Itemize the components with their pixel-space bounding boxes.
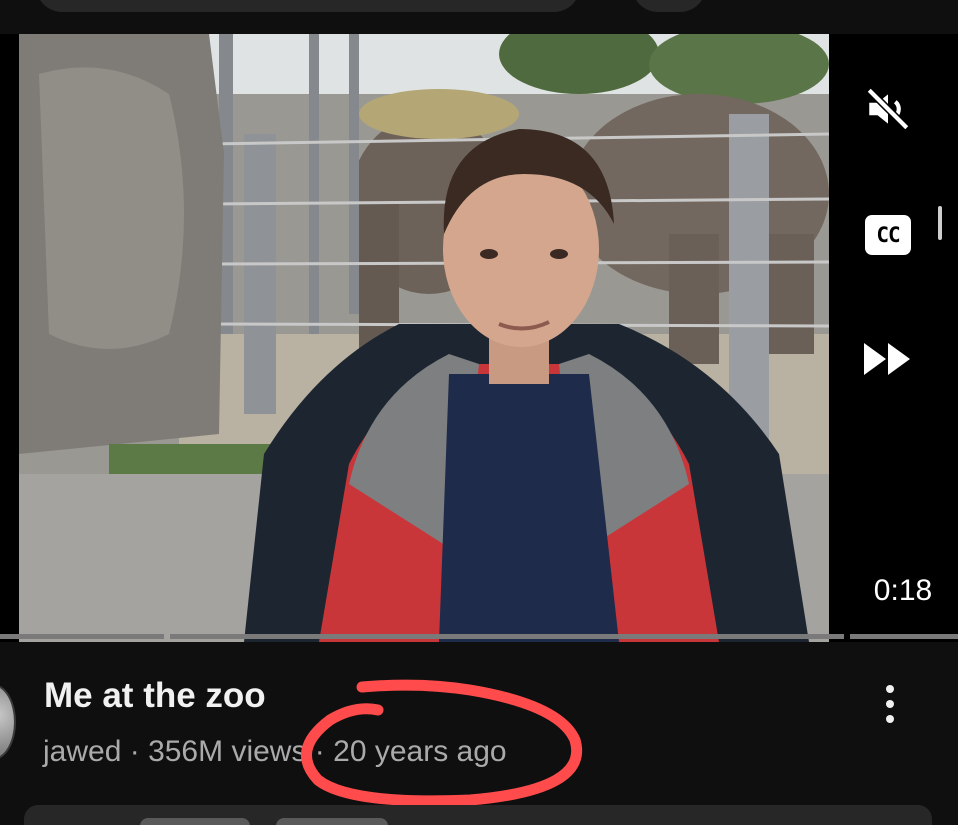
video-frame[interactable] — [19, 34, 829, 642]
progress-bar[interactable] — [0, 634, 958, 639]
mute-button[interactable] — [857, 78, 919, 140]
current-time: 0:18 — [873, 574, 933, 607]
upload-age: 20 years ago — [333, 735, 507, 768]
more-actions-button[interactable] — [866, 678, 914, 730]
progress-segment[interactable] — [0, 634, 164, 639]
captions-button[interactable]: CC — [857, 204, 919, 266]
video-title[interactable]: Me at the zoo — [44, 676, 266, 716]
channel-avatar[interactable] — [0, 684, 16, 760]
metadata-separator: · — [306, 735, 334, 768]
progress-segment[interactable] — [170, 634, 844, 639]
voice-search-button[interactable] — [632, 0, 706, 12]
video-watch-page: CC 0:18 Me at the zoo jawed · 356M views… — [0, 0, 958, 825]
video-player[interactable]: CC 0:18 — [0, 34, 958, 642]
thumbnail-chip — [140, 818, 250, 825]
more-vertical-icon-dot — [886, 715, 894, 723]
fast-forward-button[interactable] — [857, 328, 919, 390]
search-bar[interactable] — [36, 0, 580, 12]
mute-icon — [866, 87, 910, 131]
view-count: 356M views — [148, 735, 307, 768]
more-vertical-icon — [886, 685, 894, 693]
channel-name[interactable]: jawed — [43, 735, 121, 768]
captions-label: CC — [876, 223, 900, 247]
more-vertical-icon-dot — [886, 700, 894, 708]
metadata-separator: · — [121, 735, 149, 768]
closed-captions-icon: CC — [865, 215, 911, 255]
fast-forward-icon — [864, 343, 910, 375]
thumbnail-chip — [276, 818, 388, 825]
scrollbar-thumb[interactable] — [938, 206, 942, 240]
progress-segment[interactable] — [850, 634, 958, 639]
video-metadata: jawed · 356M views · 20 years ago — [43, 735, 507, 769]
video-still-image — [19, 34, 829, 642]
